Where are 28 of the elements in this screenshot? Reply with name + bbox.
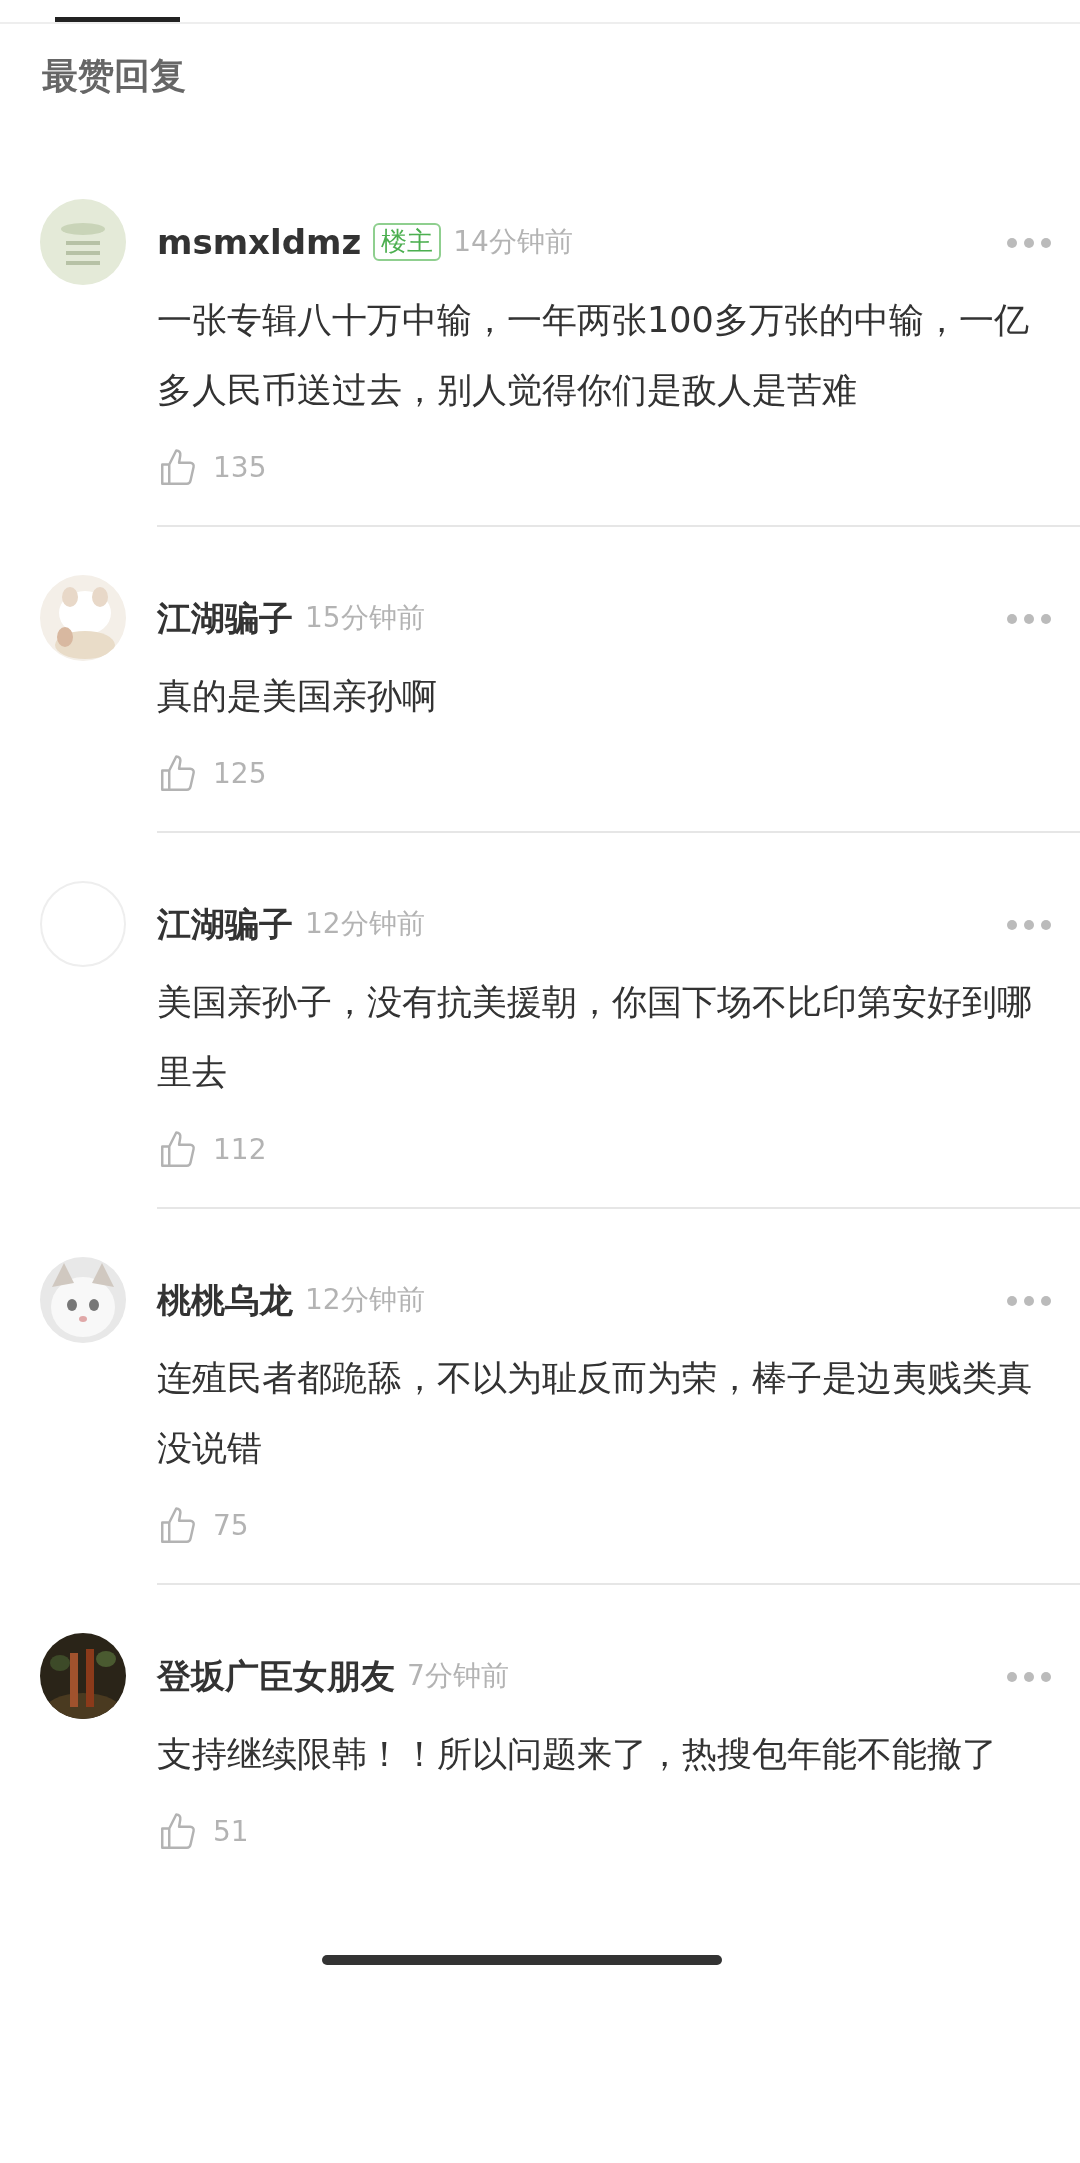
comment-time: 12分钟前 — [305, 1282, 425, 1318]
more-icon[interactable] — [1006, 236, 1052, 249]
more-icon[interactable] — [1006, 918, 1052, 931]
like-count: 51 — [213, 1814, 249, 1850]
like-count: 125 — [213, 756, 267, 792]
comment-time: 12分钟前 — [305, 906, 425, 942]
comment-time: 7分钟前 — [407, 1658, 509, 1694]
comment-text: 真的是美国亲孙啊 — [157, 675, 438, 718]
user-name[interactable]: 江湖骗子 — [157, 592, 293, 644]
more-icon[interactable] — [1006, 612, 1052, 625]
more-icon[interactable] — [1006, 1294, 1052, 1307]
user-name[interactable]: 江湖骗子 — [157, 898, 293, 950]
user-name[interactable]: 登坂广臣女朋友 — [157, 1650, 395, 1702]
user-name[interactable]: 桃桃乌龙 — [157, 1274, 293, 1326]
more-icon[interactable] — [1006, 1670, 1052, 1683]
comment-time: 15分钟前 — [305, 600, 425, 636]
author-tag: 楼主 — [373, 223, 442, 261]
like-count: 135 — [213, 450, 267, 486]
comment-text: 支持继续限韩！！所以问题来了，热搜包年能不能撤了 — [157, 1733, 998, 1776]
home-indicator[interactable] — [322, 1955, 722, 1965]
section-title: 最赞回复 — [41, 54, 187, 98]
comment-text: 美国亲孙子，没有抗美援朝，你国下场不比印第安好到哪里去 — [157, 981, 1033, 1094]
comment-text: 连殖民者都跪舔，不以为耻反而为荣，棒子是边夷贱类真没说错 — [157, 1357, 1033, 1470]
comment-time: 14分钟前 — [453, 224, 573, 260]
like-count: 112 — [213, 1132, 267, 1168]
comment-text: 一张专辑八十万中输，一年两张100多万张的中输，一亿多人民币送过去，别人觉得你们是敌人是苦难 — [157, 299, 1030, 412]
user-name[interactable]: msmxldmz — [157, 216, 362, 268]
like-count: 75 — [213, 1508, 249, 1544]
